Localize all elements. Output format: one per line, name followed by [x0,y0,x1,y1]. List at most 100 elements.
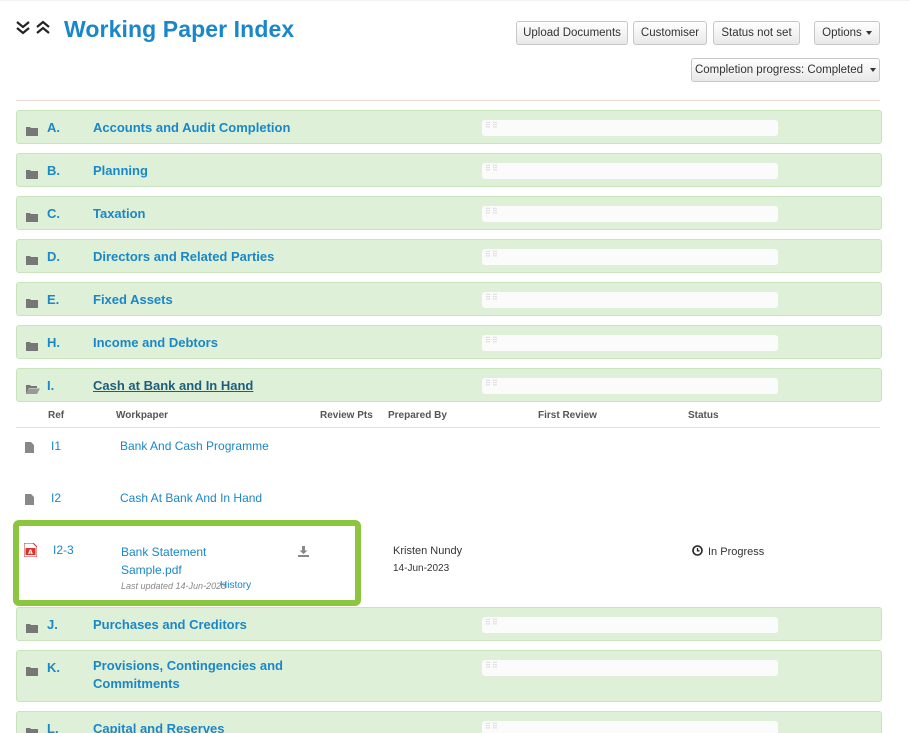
section-name[interactable]: Income and Debtors [93,335,218,350]
section-progress-bar: ⠿⠿ [482,335,778,351]
options-label: Options [822,27,862,39]
page-title: Working Paper Index [64,16,295,42]
section-progress-bar: ⠿⠿ [482,660,778,676]
section-name[interactable]: Accounts and Audit Completion [93,120,290,135]
customiser-label: Customiser [640,27,700,39]
caret-down-icon [870,68,877,72]
caret-down-icon [865,31,872,35]
double-chevron-down-icon[interactable] [15,20,31,36]
folder-icon [26,663,38,681]
section-name[interactable]: Taxation [93,206,146,221]
folder-icon [26,123,38,141]
column-header-workpaper: Workpaper [116,410,169,421]
section-row-i[interactable]: I. Cash at Bank and In Hand ⠿⠿ [16,368,882,402]
section-letter: C. [47,206,60,221]
column-header-ref: Ref [48,410,65,421]
section-name[interactable]: Provisions, Contingencies and Commitment… [93,657,293,693]
section-row-a[interactable]: A. Accounts and Audit Completion ⠿⠿ [16,110,882,144]
section-row-d[interactable]: D. Directors and Related Parties ⠿⠿ [16,239,882,273]
workpaper-ref[interactable]: I2 [51,491,61,505]
section-letter: J. [47,617,58,632]
progress-placeholder: ⠿⠿ [485,618,499,627]
section-letter: K. [47,660,60,675]
prepared-by-name: Kristen Nundy [393,545,463,557]
section-name[interactable]: Purchases and Creditors [93,617,247,632]
download-icon[interactable] [298,544,309,562]
completion-progress-label: Completion progress: Completed [694,64,864,76]
status-cell: In Progress [692,545,764,559]
section-name[interactable]: Capital and Reserves [93,721,225,733]
section-progress-bar: ⠿⠿ [482,120,778,136]
section-name[interactable]: Fixed Assets [93,292,173,307]
section-letter: L. [47,721,59,733]
section-name[interactable]: Cash at Bank and In Hand [93,378,253,393]
upload-documents-button[interactable]: Upload Documents [516,21,628,45]
section-progress-bar: ⠿⠿ [482,292,778,308]
workpaper-link[interactable]: Bank Statement Sample.pdf [121,543,231,579]
top-border [0,0,910,1]
progress-placeholder: ⠿⠿ [485,293,499,302]
section-letter: D. [47,249,60,264]
progress-placeholder: ⠿⠿ [485,661,499,670]
progress-placeholder: ⠿⠿ [485,250,499,259]
upload-documents-label: Upload Documents [523,27,621,39]
status-not-set-label: Status not set [721,27,792,39]
section-name[interactable]: Planning [93,163,148,178]
section-progress-bar: ⠿⠿ [482,163,778,179]
section-letter: B. [47,163,60,178]
progress-placeholder: ⠿⠿ [485,336,499,345]
progress-placeholder: ⠿⠿ [485,207,499,216]
section-progress-bar: ⠿⠿ [482,249,778,265]
folder-icon [26,252,38,270]
workpaper-ref[interactable]: I1 [51,439,61,453]
table-header-divider [16,427,880,428]
status-not-set-button[interactable]: Status not set [713,21,800,45]
document-icon [25,492,34,510]
folder-icon [26,724,38,733]
folder-icon [26,620,38,638]
status-text: In Progress [708,546,765,558]
section-row-e[interactable]: E. Fixed Assets ⠿⠿ [16,282,882,316]
customiser-button[interactable]: Customiser [633,21,707,45]
folder-icon [26,209,38,227]
section-row-h[interactable]: H. Income and Debtors ⠿⠿ [16,325,882,359]
section-letter: I. [47,378,55,393]
folder-open-icon [26,381,40,399]
folder-icon [26,166,38,184]
workpaper-link[interactable]: Bank And Cash Programme [120,439,269,453]
completion-progress-dropdown[interactable]: Completion progress: Completed [691,58,880,82]
progress-placeholder: ⠿⠿ [485,379,499,388]
progress-placeholder: ⠿⠿ [485,164,499,173]
section-row-j[interactable]: J. Purchases and Creditors ⠿⠿ [16,607,882,641]
section-row-k[interactable]: K. Provisions, Contingencies and Commitm… [16,650,882,702]
section-row-b[interactable]: B. Planning ⠿⠿ [16,153,882,187]
section-letter: H. [47,335,60,350]
options-dropdown-button[interactable]: Options [814,21,880,45]
svg-text:A: A [28,549,33,556]
history-link[interactable]: History [220,580,251,591]
workpaper-ref[interactable]: I2-3 [53,543,74,557]
progress-placeholder: ⠿⠿ [485,121,499,130]
clock-icon [692,545,703,559]
pdf-icon: A [23,542,38,562]
section-progress-bar: ⠿⠿ [482,206,778,222]
section-name[interactable]: Directors and Related Parties [93,249,274,264]
column-header-status: Status [688,410,719,421]
column-header-review-pts: Review Pts [320,410,373,421]
document-icon [25,440,34,458]
column-header-prepared-by: Prepared By [388,410,447,421]
section-row-c[interactable]: C. Taxation ⠿⠿ [16,196,882,230]
column-header-first-review: First Review [538,410,597,421]
section-progress-bar: ⠿⠿ [482,378,778,394]
folder-icon [26,295,38,313]
double-chevron-up-icon[interactable] [35,20,51,36]
prepared-by-date: 14-Jun-2023 [393,563,450,574]
header-divider [16,100,880,101]
progress-placeholder: ⠿⠿ [485,722,499,731]
section-row-l[interactable]: L. Capital and Reserves ⠿⠿ [16,711,882,733]
section-letter: E. [47,292,60,307]
workpaper-link[interactable]: Cash At Bank And In Hand [120,491,262,505]
section-progress-bar: ⠿⠿ [482,721,778,733]
folder-icon [26,338,38,356]
section-letter: A. [47,120,60,135]
